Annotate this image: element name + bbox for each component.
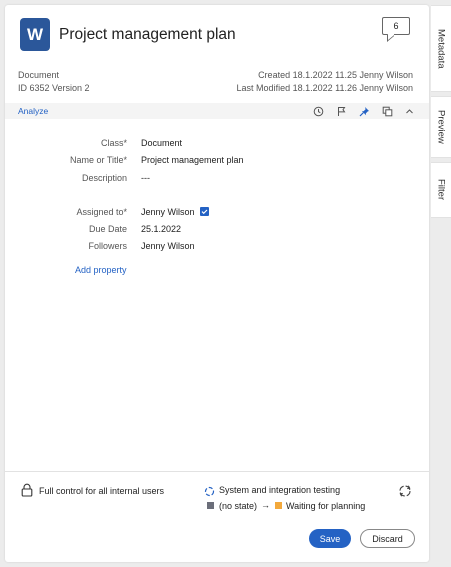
state-from-square: [207, 502, 214, 509]
property-value[interactable]: ---: [141, 173, 150, 183]
comments-button[interactable]: 6: [382, 17, 410, 35]
object-type: Document: [18, 70, 60, 80]
property-followers: Followers Jenny Wilson: [5, 241, 429, 253]
tab-label: Metadata: [435, 28, 447, 69]
property-due-date: Due Date 25.1.2022: [5, 224, 429, 236]
document-title: Project management plan: [59, 26, 236, 43]
property-label: Due Date: [88, 224, 127, 234]
metadata-panel: W Project management plan 6 Document ID …: [5, 5, 429, 562]
assignment-complete-checkbox[interactable]: [200, 207, 209, 216]
object-id-version: ID 6352 Version 2: [18, 83, 90, 93]
metadata-toolbar: Analyze: [5, 103, 429, 119]
created-info: Created 18.1.2022 11.25 Jenny Wilson: [258, 70, 413, 80]
property-label: Description: [81, 173, 127, 183]
state-arrow-icon: →: [261, 500, 270, 510]
property-label: Class*: [100, 138, 127, 148]
tab-metadata[interactable]: Metadata: [431, 5, 451, 92]
property-value[interactable]: Project management plan: [141, 155, 244, 165]
property-class: Class* Document: [5, 138, 429, 150]
lock-icon[interactable]: [21, 483, 33, 497]
save-button[interactable]: Save: [309, 529, 351, 548]
tab-label: Filter: [435, 179, 447, 201]
chevron-up-icon[interactable]: [403, 105, 415, 117]
workflow-icon[interactable]: [204, 484, 215, 497]
state-to-square: [275, 502, 282, 509]
copy-icon[interactable]: [381, 105, 393, 117]
state-from: (no state): [219, 501, 258, 511]
state-to[interactable]: Waiting for planning: [286, 501, 365, 511]
property-label: Name or Title*: [69, 155, 127, 165]
pin-icon[interactable]: [358, 105, 370, 117]
comment-count: 6: [393, 21, 399, 31]
property-assigned-to: Assigned to* Jenny Wilson: [5, 207, 429, 219]
property-value[interactable]: Document: [141, 138, 182, 148]
refresh-workflow-icon[interactable]: [398, 484, 412, 498]
tab-label: Preview: [435, 110, 447, 144]
permission-text[interactable]: Full control for all internal users: [39, 486, 164, 496]
add-property-link[interactable]: Add property: [75, 265, 127, 275]
tab-filter[interactable]: Filter: [431, 162, 451, 218]
property-name: Name or Title* Project management plan: [5, 155, 429, 167]
tab-preview[interactable]: Preview: [431, 96, 451, 158]
history-icon[interactable]: [312, 105, 324, 117]
property-value[interactable]: Jenny Wilson: [141, 241, 195, 251]
word-document-icon: W: [20, 18, 50, 51]
modified-info: Last Modified 18.1.2022 11.26 Jenny Wils…: [236, 83, 413, 93]
property-value[interactable]: Jenny Wilson: [141, 207, 195, 217]
discard-button[interactable]: Discard: [360, 529, 415, 548]
property-value[interactable]: 25.1.2022: [141, 224, 181, 234]
flag-icon[interactable]: [335, 105, 347, 117]
property-description: Description ---: [5, 173, 429, 185]
workflow-name[interactable]: System and integration testing: [219, 485, 340, 495]
footer-divider: [5, 471, 429, 472]
analyze-link[interactable]: Analyze: [18, 106, 48, 116]
property-label: Assigned to*: [76, 207, 127, 217]
property-label: Followers: [88, 241, 127, 251]
